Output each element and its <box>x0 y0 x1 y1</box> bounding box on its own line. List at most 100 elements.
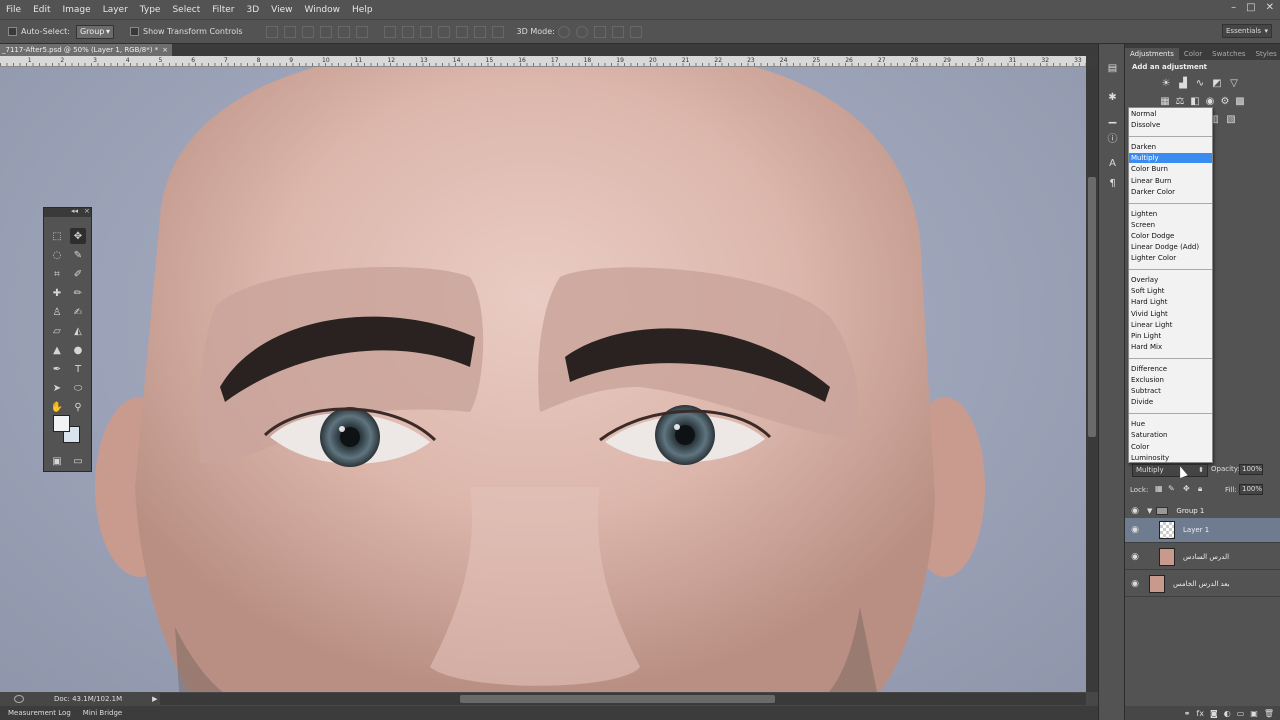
tab-styles[interactable]: Styles <box>1251 48 1280 60</box>
vertical-scrollbar[interactable] <box>1086 67 1098 692</box>
crop-tool-icon[interactable]: ⌗ <box>49 266 65 282</box>
info-panel-icon[interactable]: ⓘ <box>1106 131 1119 145</box>
auto-select-dropdown[interactable]: Group ▾ <box>75 24 114 39</box>
3d-drag-icon[interactable] <box>593 25 606 38</box>
auto-select-checkbox[interactable] <box>8 27 17 36</box>
align-right-icon[interactable] <box>355 25 368 38</box>
visibility-eye-icon[interactable]: ◉ <box>1125 506 1145 516</box>
tab-mini-bridge[interactable]: Mini Bridge <box>83 709 122 717</box>
blend-mode-option[interactable]: Lighter Color <box>1129 253 1212 263</box>
workspace-switcher[interactable]: Essentials ▾ <box>1222 24 1272 38</box>
color-lookup-icon[interactable]: ▩ <box>1235 95 1245 107</box>
brush-tool-icon[interactable]: ✏ <box>70 285 86 301</box>
blend-mode-option[interactable]: Lighten <box>1129 209 1212 219</box>
menu-image[interactable]: Image <box>57 5 97 15</box>
vertical-scroll-thumb[interactable] <box>1088 177 1096 437</box>
blend-mode-option[interactable]: Darken <box>1129 142 1212 152</box>
vibrance-icon[interactable]: ▽ <box>1228 77 1240 89</box>
photo-filter-icon[interactable]: ◉ <box>1205 95 1215 107</box>
menu-select[interactable]: Select <box>166 5 206 15</box>
lock-pixels-icon[interactable]: ✎ <box>1168 484 1175 493</box>
tab-measurement-log[interactable]: Measurement Log <box>8 709 71 717</box>
channel-mixer-icon[interactable]: ⚙ <box>1220 95 1230 107</box>
document-canvas[interactable] <box>0 67 1086 692</box>
toolbox-header[interactable]: ◂◂ × <box>44 207 91 217</box>
lock-transparent-icon[interactable]: ▦ <box>1155 484 1163 493</box>
tab-swatches[interactable]: Swatches <box>1207 48 1250 60</box>
add-mask-icon[interactable]: ◙ <box>1210 709 1218 718</box>
distribute-top-icon[interactable] <box>383 25 396 38</box>
trash-icon[interactable]: 🗑︎ <box>1264 709 1274 718</box>
align-top-icon[interactable] <box>265 25 278 38</box>
screen-mode-icon[interactable]: ▭ <box>70 453 86 469</box>
blend-mode-option[interactable]: Difference <box>1129 364 1212 374</box>
blend-mode-option[interactable]: Linear Light <box>1129 320 1212 330</box>
blend-mode-option[interactable]: Saturation <box>1129 430 1212 440</box>
expand-group-icon[interactable]: ▼ <box>1147 507 1152 515</box>
3d-rotate-icon[interactable] <box>557 25 570 38</box>
blend-mode-option[interactable]: Subtract <box>1129 386 1212 396</box>
blend-mode-option[interactable]: Darker Color <box>1129 187 1212 197</box>
blend-mode-option[interactable]: Overlay <box>1129 275 1212 285</box>
eraser-tool-icon[interactable]: ▱ <box>49 323 65 339</box>
fill-input[interactable]: 100% <box>1239 484 1263 495</box>
distribute-hcenter-icon[interactable] <box>455 25 468 38</box>
bw-icon[interactable]: ◧ <box>1190 95 1200 107</box>
dodge-tool-icon[interactable]: ● <box>70 342 86 358</box>
3d-slide-icon[interactable] <box>611 25 624 38</box>
blend-mode-option[interactable]: Divide <box>1129 397 1212 407</box>
align-left-icon[interactable] <box>319 25 332 38</box>
menu-help[interactable]: Help <box>346 5 379 15</box>
distribute-left-icon[interactable] <box>437 25 450 38</box>
clone-stamp-tool-icon[interactable]: ♙ <box>49 304 65 320</box>
link-layers-icon[interactable]: ⚭ <box>1184 709 1191 718</box>
history-panel-icon[interactable]: ▤ <box>1106 62 1119 75</box>
horizontal-scrollbar[interactable] <box>160 693 1086 705</box>
menu-filter[interactable]: Filter <box>206 5 240 15</box>
type-tool-icon[interactable]: T <box>70 361 86 377</box>
exposure-icon[interactable]: ◩ <box>1211 77 1223 89</box>
horizontal-scroll-thumb[interactable] <box>460 695 775 703</box>
blend-mode-option[interactable]: Color Dodge <box>1129 231 1212 241</box>
blend-mode-option[interactable]: Hard Mix <box>1129 342 1212 352</box>
layer-row-4[interactable]: ◉ بعد الدرس الخامس <box>1125 572 1280 597</box>
eyedropper-tool-icon[interactable]: ✐ <box>70 266 86 282</box>
histogram-panel-icon[interactable]: ▁ <box>1106 112 1119 125</box>
shape-tool-icon[interactable]: ⬭ <box>70 380 86 396</box>
status-menu-arrow-icon[interactable]: ▶ <box>152 695 157 703</box>
close-toolbox-icon[interactable]: × <box>84 207 90 215</box>
blend-mode-option[interactable]: Hard Light <box>1129 297 1212 307</box>
blend-mode-option[interactable]: Dissolve <box>1129 120 1212 130</box>
blend-mode-option[interactable]: Pin Light <box>1129 331 1212 341</box>
curves-icon[interactable]: ∿ <box>1194 77 1206 89</box>
align-vcenter-icon[interactable] <box>283 25 296 38</box>
zoom-tool-icon[interactable]: ⚲ <box>70 399 86 415</box>
blend-mode-option[interactable]: Hue <box>1129 419 1212 429</box>
distribute-right-icon[interactable] <box>473 25 486 38</box>
blend-mode-option[interactable]: Linear Dodge (Add) <box>1129 242 1212 252</box>
minimize-button[interactable]: – <box>1231 2 1236 13</box>
history-brush-tool-icon[interactable]: ✍ <box>70 304 86 320</box>
new-adjustment-icon[interactable]: ◐ <box>1224 709 1231 718</box>
zoom-level-icon[interactable] <box>14 695 24 703</box>
blend-mode-option[interactable]: Screen <box>1129 220 1212 230</box>
close-window-button[interactable]: ✕ <box>1266 2 1274 13</box>
blend-mode-option[interactable]: Exclusion <box>1129 375 1212 385</box>
document-tab[interactable]: _7117-After5.psd @ 50% (Layer 1, RGB/8*)… <box>0 44 172 56</box>
selective-color-icon[interactable]: ▧ <box>1225 113 1237 125</box>
auto-align-icon[interactable] <box>491 25 504 38</box>
color-balance-icon[interactable]: ⚖ <box>1175 95 1185 107</box>
lasso-tool-icon[interactable]: ◌ <box>49 247 65 263</box>
close-tab-icon[interactable]: × <box>162 44 168 56</box>
new-group-icon[interactable]: ▭ <box>1237 709 1245 718</box>
visibility-eye-icon[interactable]: ◉ <box>1125 579 1145 589</box>
lock-all-icon[interactable]: 🔒︎ <box>1198 484 1202 494</box>
tab-adjustments[interactable]: Adjustments <box>1125 48 1179 60</box>
blur-tool-icon[interactable]: ▲ <box>49 342 65 358</box>
tab-color[interactable]: Color <box>1179 48 1207 60</box>
marquee-tool-icon[interactable]: ⬚ <box>49 228 65 244</box>
menu-view[interactable]: View <box>265 5 298 15</box>
blend-mode-option[interactable]: Soft Light <box>1129 286 1212 296</box>
new-layer-icon[interactable]: ▣ <box>1250 709 1258 718</box>
paint-bucket-tool-icon[interactable]: ◭ <box>70 323 86 339</box>
